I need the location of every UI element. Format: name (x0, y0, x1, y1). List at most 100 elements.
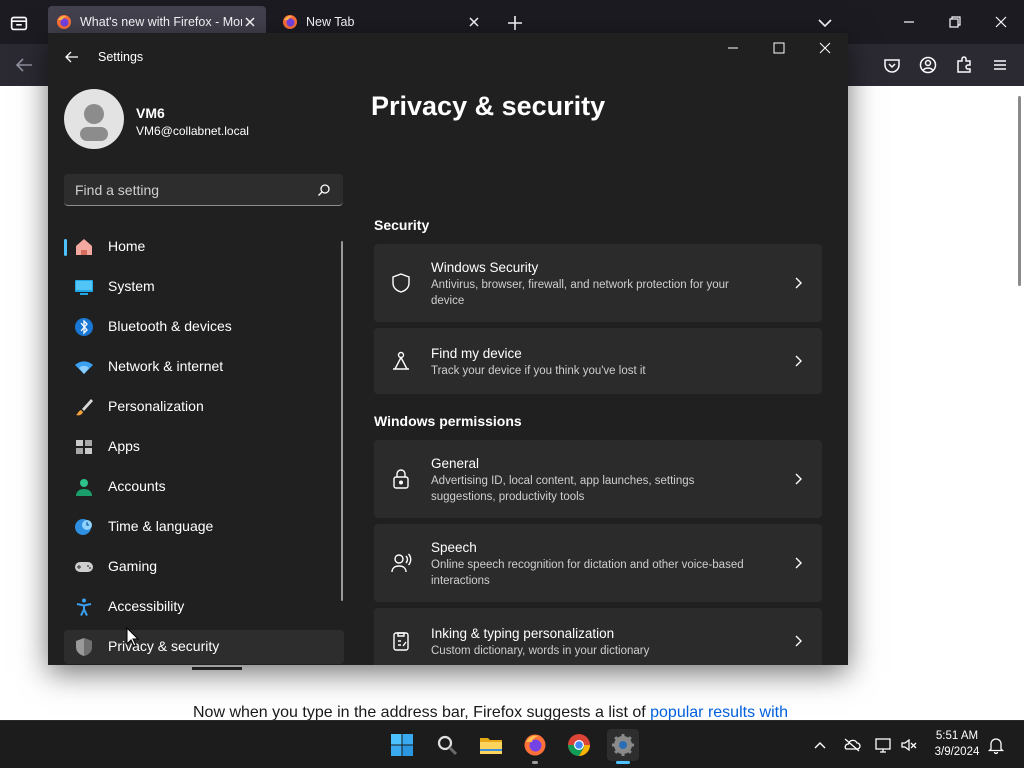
settings-gear-icon (612, 734, 634, 756)
taskbar-search-button[interactable] (431, 729, 463, 761)
minimize-icon[interactable] (726, 41, 740, 55)
search-icon[interactable] (317, 183, 331, 197)
sidebar-item-apps[interactable]: Apps (64, 430, 344, 464)
card-title: Find my device (431, 346, 522, 361)
close-window-icon[interactable] (818, 41, 832, 55)
sidebar-item-accessibility[interactable]: Accessibility (64, 590, 344, 624)
taskbar-chrome[interactable] (563, 729, 595, 761)
sidebar-item-time-language[interactable]: Time & language (64, 510, 344, 544)
show-hidden-icons-chevron-up-icon[interactable] (811, 736, 829, 754)
chevron-right-icon (795, 355, 802, 367)
sidebar-item-label: Network & internet (108, 358, 224, 374)
accounts-icon (76, 479, 92, 496)
page-scrollbar[interactable] (1018, 96, 1021, 286)
card-windows-security[interactable]: Windows Security Antivirus, browser, fir… (374, 244, 822, 322)
new-tab-plus-icon[interactable] (506, 14, 524, 32)
minimize-icon[interactable] (899, 12, 919, 32)
card-text: Speech Online speech recognition for dic… (431, 540, 751, 589)
tab-title: New Tab (306, 15, 355, 29)
card-description: Antivirus, browser, firewall, and networ… (431, 279, 729, 307)
start-button[interactable] (386, 729, 418, 761)
search-placeholder: Find a setting (75, 182, 160, 198)
apps-icon (76, 440, 92, 454)
sidebar-item-label: Accounts (108, 478, 166, 494)
sidebar-item-gaming[interactable]: Gaming (64, 550, 344, 584)
popular-results-link[interactable]: popular results with (650, 704, 788, 721)
shield-outline-icon (392, 273, 410, 293)
sidebar-item-label: Personalization (108, 398, 204, 414)
close-tab-icon[interactable] (242, 14, 258, 30)
sidebar-scrollbar[interactable] (341, 241, 343, 601)
taskbar-firefox[interactable] (519, 729, 551, 764)
file-explorer-icon (480, 738, 502, 754)
close-window-icon[interactable] (991, 12, 1011, 32)
hamburger-menu-icon[interactable] (991, 56, 1009, 74)
avatar[interactable] (64, 89, 124, 149)
sidebar-item-label: Gaming (108, 558, 158, 574)
close-tab-icon[interactable] (466, 14, 482, 30)
sidebar-item-accounts[interactable]: Accounts (64, 470, 344, 504)
tab-title: What's new with Firefox - More (80, 15, 242, 29)
account-icon[interactable] (919, 56, 937, 74)
extensions-icon[interactable] (955, 56, 973, 74)
card-general[interactable]: General Advertising ID, local content, a… (374, 440, 822, 518)
find-device-icon (393, 351, 409, 370)
card-text: General Advertising ID, local content, a… (431, 456, 751, 505)
clipboard-pen-icon (393, 632, 409, 651)
sidebar-item-privacy-security[interactable]: Privacy & security (64, 630, 344, 664)
sidebar-item-label: System (108, 278, 155, 294)
pocket-icon[interactable] (883, 56, 901, 74)
sidebar-item-personalization[interactable]: Personalization (64, 390, 344, 424)
running-indicator (532, 761, 538, 764)
brush-icon (76, 399, 93, 416)
card-inking-typing[interactable]: Inking & typing personalization Custom d… (374, 608, 822, 665)
active-indicator (616, 761, 630, 764)
clock-date: 3/9/2024 (934, 746, 980, 758)
chevron-right-icon (795, 473, 802, 485)
mouse-cursor-icon (126, 627, 140, 647)
chevron-right-icon (795, 635, 802, 647)
bluetooth-icon (75, 318, 93, 336)
paragraph-text: Now when you type in the address bar, Fi… (193, 704, 651, 721)
firefox-icon (524, 734, 546, 756)
back-arrow-icon[interactable] (14, 56, 34, 74)
chevron-right-icon (795, 277, 802, 289)
card-title: General (431, 456, 480, 471)
maximize-icon[interactable] (772, 41, 786, 55)
card-description: Online speech recognition for dictation … (431, 559, 744, 587)
sidebar-item-label: Privacy & security (108, 638, 220, 654)
gamepad-icon (75, 562, 93, 572)
sidebar-item-system[interactable]: System (64, 270, 344, 304)
find-setting-search[interactable]: Find a setting (64, 174, 343, 206)
sidebar-item-network[interactable]: Network & internet (64, 350, 344, 384)
globe-clock-icon (75, 519, 92, 535)
wifi-icon (75, 361, 93, 374)
window-title: Settings (98, 50, 144, 64)
taskbar-settings[interactable] (607, 729, 639, 764)
search-icon (437, 735, 458, 756)
speech-icon (391, 553, 412, 573)
taskbar-file-explorer[interactable] (475, 729, 507, 761)
selection-indicator (64, 239, 67, 256)
settings-window: Settings VM6 VM6@collabnet.local Find a … (48, 33, 848, 665)
page-divider (192, 667, 242, 670)
chevron-down-icon[interactable] (816, 14, 834, 32)
onedrive-offline-icon[interactable] (843, 736, 861, 754)
page-title: Privacy & security (371, 91, 606, 121)
restore-icon[interactable] (945, 12, 965, 32)
home-icon (76, 239, 92, 255)
back-arrow-icon[interactable] (64, 49, 80, 65)
user-avatar-icon (80, 104, 108, 141)
volume-muted-icon[interactable] (900, 736, 918, 754)
card-find-my-device[interactable]: Find my device Track your device if you … (374, 328, 822, 394)
sidebar-item-home[interactable]: Home (64, 230, 344, 264)
sidebar-item-label: Home (108, 238, 146, 254)
notification-bell-icon[interactable] (987, 736, 1005, 754)
network-display-icon[interactable] (874, 736, 892, 754)
card-text: Find my device Track your device if you … (431, 346, 751, 379)
card-description: Advertising ID, local content, app launc… (431, 475, 695, 503)
card-speech[interactable]: Speech Online speech recognition for dic… (374, 524, 822, 602)
sidebar-item-bluetooth[interactable]: Bluetooth & devices (64, 310, 344, 344)
clock[interactable]: 5:51 AM 3/9/2024 (928, 728, 986, 760)
list-all-tabs-icon[interactable] (8, 12, 30, 34)
